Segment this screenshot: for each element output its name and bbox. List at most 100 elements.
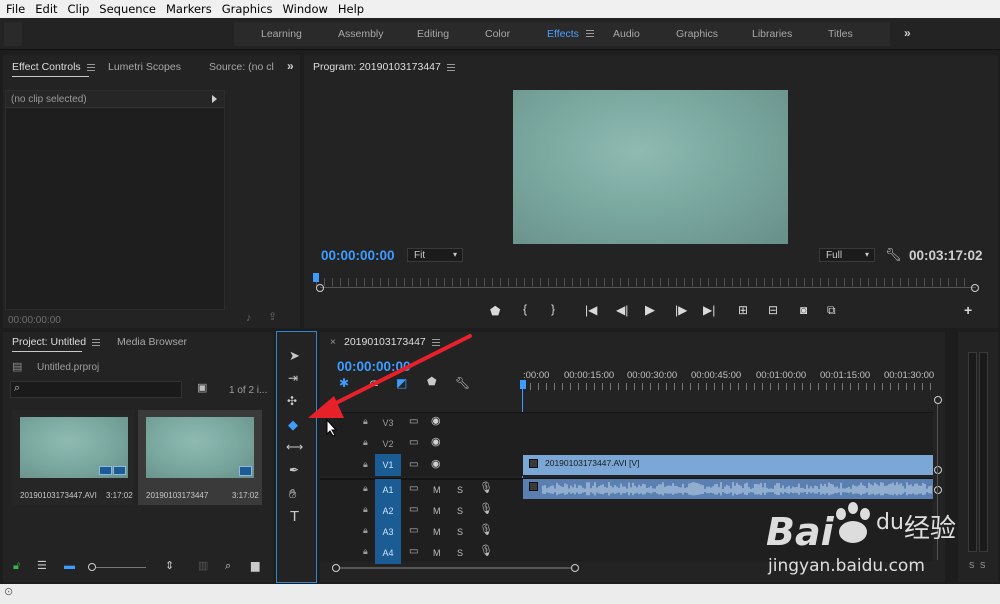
workspace-tab-editing[interactable]: Editing (417, 28, 449, 40)
mark-out-icon[interactable]: } (551, 303, 555, 315)
menu-file[interactable]: File (6, 2, 25, 16)
pen-tool-icon[interactable]: ✒ (289, 464, 299, 476)
track-label-a2[interactable]: A2 (375, 500, 401, 522)
icon-view-icon[interactable]: ▬ (64, 561, 75, 572)
h-scroll-handle-right[interactable] (571, 564, 579, 572)
tab-effect-controls[interactable]: Effect Controls (12, 61, 95, 73)
sync-lock-icon[interactable]: ▭ (409, 438, 418, 448)
project-menu-icon[interactable] (92, 338, 101, 346)
slip-tool-icon[interactable]: ⟷ (286, 441, 303, 453)
expand-triangle-icon[interactable] (212, 95, 217, 103)
lock-track-icon[interactable]: 🔒︎ (363, 547, 368, 556)
menu-graphics[interactable]: Graphics (222, 2, 273, 16)
horizontal-scrollbar[interactable] (340, 567, 571, 569)
step-forward-icon[interactable]: |▶ (675, 304, 687, 316)
sync-lock-icon[interactable]: ▭ (409, 547, 418, 557)
workspace-tab-libraries[interactable]: Libraries (752, 28, 792, 40)
automate-icon[interactable]: ▥ (198, 561, 208, 572)
play-icon[interactable]: ▶ (645, 303, 655, 316)
program-zoom-handle-left[interactable] (316, 284, 324, 292)
menu-sequence[interactable]: Sequence (99, 2, 156, 16)
workspace-tab-titles[interactable]: Titles (828, 28, 853, 40)
menu-clip[interactable]: Clip (68, 2, 90, 16)
mute-button[interactable]: M (433, 485, 441, 495)
sort-icon[interactable]: ⇕ (165, 561, 174, 572)
eye-icon[interactable]: ◉ (431, 437, 441, 448)
microphone-icon[interactable]: 🎙︎ (479, 504, 493, 515)
razor-tool-icon[interactable]: ◆ (288, 418, 298, 431)
filter-icon[interactable]: ♪ (246, 313, 252, 324)
meter-solo-left[interactable]: S (969, 561, 974, 570)
program-zoom-handle-right[interactable] (971, 284, 979, 292)
program-playhead[interactable] (313, 273, 319, 282)
workspace-tab-graphics[interactable]: Graphics (676, 28, 718, 40)
solo-button[interactable]: S (457, 506, 463, 516)
go-to-in-icon[interactable]: |◀ (585, 304, 597, 316)
solo-button[interactable]: S (457, 485, 463, 495)
timeline-playhead[interactable] (520, 380, 526, 389)
eye-icon[interactable]: ◉ (431, 459, 441, 470)
video-clip[interactable]: 20190103173447.AVI [V] (523, 455, 933, 475)
menu-edit[interactable]: Edit (35, 2, 57, 16)
track-select-tool-icon[interactable]: ⇥ (288, 372, 298, 384)
step-back-icon[interactable]: ◀| (616, 304, 628, 316)
microphone-icon[interactable]: 🎙︎ (479, 525, 493, 536)
extract-icon[interactable]: ⊟ (768, 304, 778, 316)
add-marker-icon[interactable]: ⬟ (490, 305, 500, 317)
program-current-timecode[interactable]: 00:00:00:00 (321, 248, 395, 263)
menu-window[interactable]: Window (283, 2, 328, 16)
selection-tool-icon[interactable]: ➤ (289, 349, 300, 362)
program-menu-icon[interactable] (446, 63, 455, 71)
track-label-a3[interactable]: A3 (375, 521, 401, 543)
lock-track-icon[interactable]: 🔒︎ (363, 460, 368, 469)
fit-dropdown[interactable]: Fit ▾ (407, 248, 463, 262)
microphone-icon[interactable]: 🎙︎ (479, 546, 493, 557)
track-label-v2[interactable]: V2 (375, 433, 401, 455)
track-label-a4[interactable]: A4 (375, 542, 401, 564)
program-zoom-bar[interactable] (320, 287, 976, 288)
type-tool-icon[interactable]: T (290, 509, 299, 524)
panel-overflow-icon[interactable]: » (287, 59, 294, 73)
sync-lock-icon[interactable]: ▭ (409, 526, 418, 536)
panel-menu-icon[interactable] (86, 63, 95, 71)
track-label-v1[interactable]: V1 (375, 454, 401, 476)
solo-button[interactable]: S (457, 548, 463, 558)
workspace-menu-icon[interactable] (586, 30, 594, 37)
h-scroll-handle-left[interactable] (332, 564, 340, 572)
workspace-overflow-icon[interactable]: » (904, 26, 911, 40)
tab-lumetri-scopes[interactable]: Lumetri Scopes (108, 61, 181, 73)
quality-dropdown[interactable]: Full ▾ (819, 248, 875, 262)
add-button-icon[interactable]: + (964, 303, 972, 317)
vertical-zoom-handle-top[interactable] (934, 396, 942, 404)
lock-track-icon[interactable]: 🔒︎ (363, 484, 368, 493)
lock-track-icon[interactable]: 🔒︎ (363, 526, 368, 535)
tab-source[interactable]: Source: (no cl (209, 61, 274, 73)
workspace-tab-assembly[interactable]: Assembly (338, 28, 384, 40)
solo-button[interactable]: S (457, 527, 463, 537)
lock-track-icon[interactable]: 🔒︎ (363, 505, 368, 514)
list-view-icon[interactable]: ☰ (37, 561, 47, 572)
menu-help[interactable]: Help (338, 2, 364, 16)
workspace-tab-audio[interactable]: Audio (613, 28, 640, 40)
workspace-tab-effects[interactable]: Effects (547, 28, 579, 40)
tab-program[interactable]: Program: 20190103173447 (313, 61, 455, 73)
ripple-edit-tool-icon[interactable]: ✣ (287, 395, 297, 407)
hand-tool-icon[interactable]: ✋︎ (289, 487, 296, 500)
new-bin-icon[interactable]: ▆ (251, 561, 259, 572)
mark-in-icon[interactable]: { (523, 303, 527, 315)
mute-button[interactable]: M (433, 548, 441, 558)
workspace-tab-learning[interactable]: Learning (261, 28, 302, 40)
wrench-icon[interactable]: 🔧︎ (885, 248, 902, 261)
mute-button[interactable]: M (433, 527, 441, 537)
workspace-tab-color[interactable]: Color (485, 28, 510, 40)
menu-markers[interactable]: Markers (166, 2, 212, 16)
sync-lock-icon[interactable]: ▭ (409, 460, 418, 470)
workspace-home-icon[interactable] (4, 22, 22, 46)
lift-icon[interactable]: ⊞ (738, 304, 748, 316)
tab-project[interactable]: Project: Untitled (12, 336, 101, 348)
zoom-slider-handle[interactable] (88, 563, 96, 571)
mute-button[interactable]: M (433, 506, 441, 516)
vertical-zoom-handle-mid[interactable] (934, 466, 942, 474)
lock-icon[interactable]: 🔓︎ (13, 561, 20, 572)
find-icon[interactable]: ⌕ (225, 561, 231, 572)
